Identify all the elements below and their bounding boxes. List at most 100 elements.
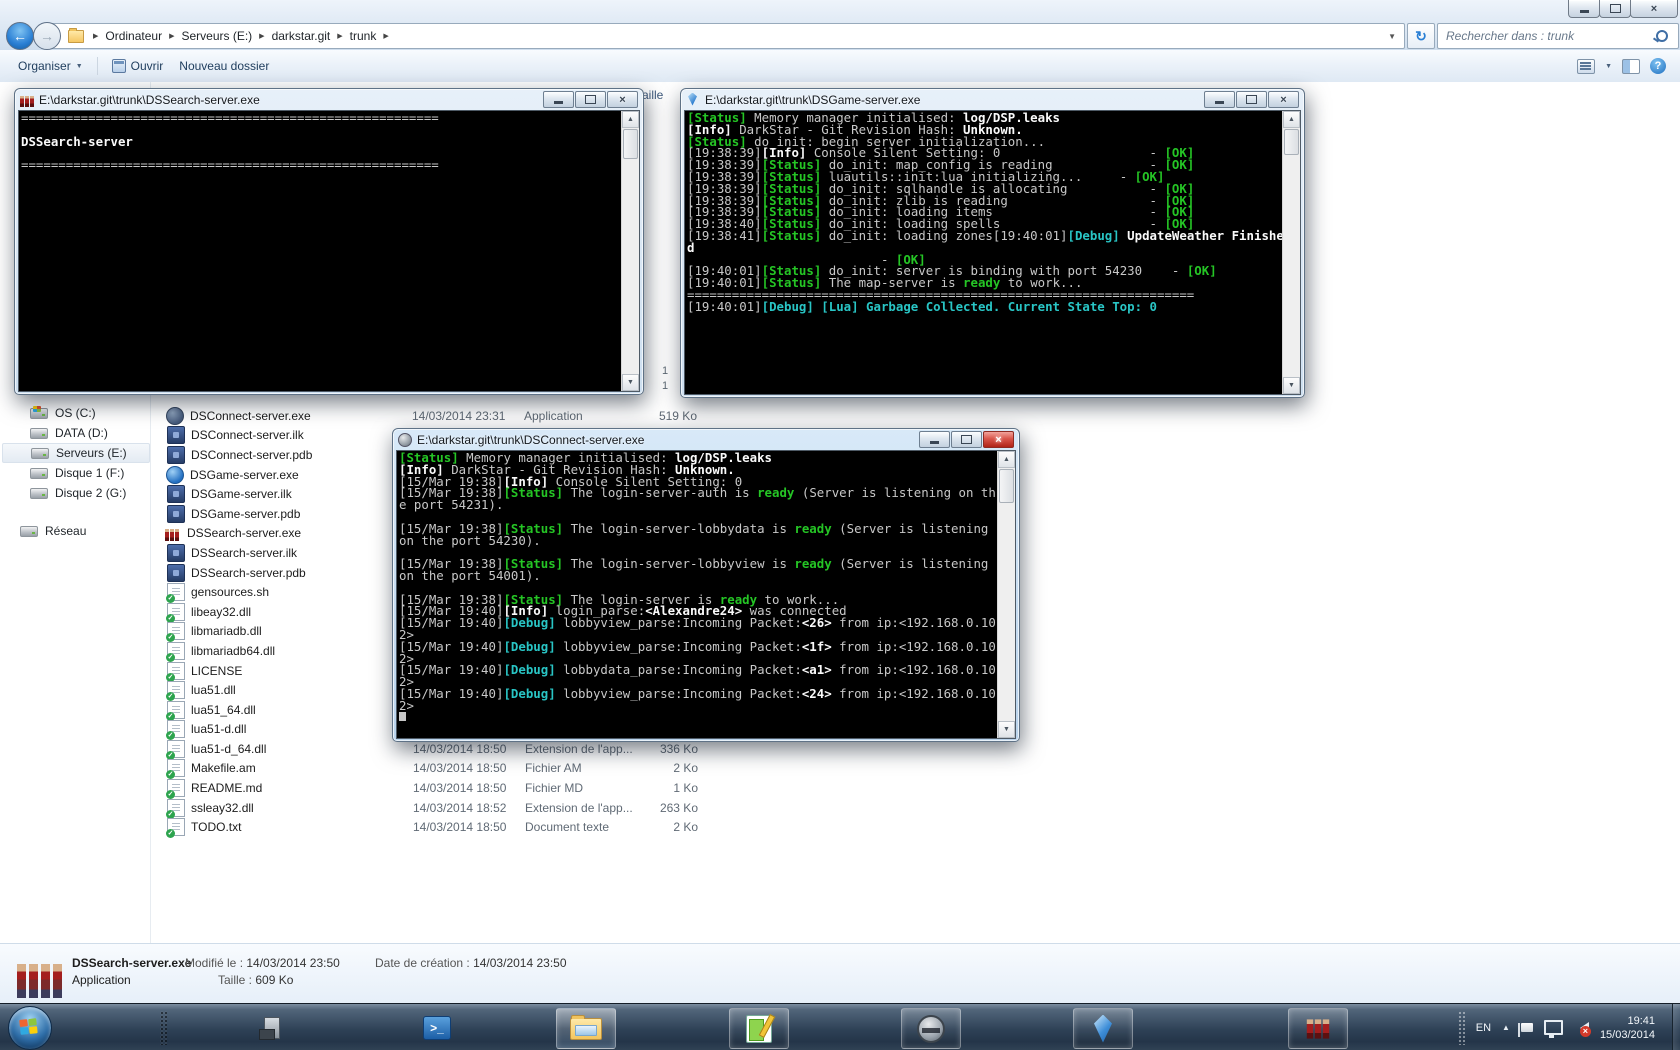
console-titlebar[interactable]: E:\darkstar.git\trunk\DSSearch-server.ex… xyxy=(18,89,640,110)
taskbar-button-notepadpp[interactable] xyxy=(729,1008,789,1049)
scroll-up-icon[interactable]: ▲ xyxy=(998,451,1015,468)
views-icon[interactable] xyxy=(1577,59,1595,74)
close-button[interactable]: × xyxy=(1268,91,1299,108)
sidebar-item-serveurs-e-[interactable]: Serveurs (E:) xyxy=(2,443,150,463)
minimize-button[interactable] xyxy=(1568,0,1600,18)
preview-pane-icon[interactable] xyxy=(1622,59,1640,74)
views-dropdown-icon[interactable]: ▼ xyxy=(1605,63,1612,70)
close-button[interactable]: × xyxy=(607,91,638,108)
powershell-pinned-icon[interactable]: >_ xyxy=(420,1012,454,1044)
minimize-button[interactable] xyxy=(543,91,574,108)
doc-file-icon xyxy=(167,720,185,738)
file-row-ssleay32-dll[interactable]: ssleay32.dll14/03/2014 18:52Extension de… xyxy=(152,798,852,818)
ouvrir-button[interactable]: Ouvrir xyxy=(104,55,172,77)
minimize-button[interactable] xyxy=(919,431,950,448)
scrollbar-thumb[interactable] xyxy=(1284,129,1299,155)
console-titlebar[interactable]: E:\darkstar.git\trunk\DSConnect-server.e… xyxy=(396,429,1016,450)
show-desktop-button[interactable] xyxy=(1672,1004,1680,1050)
scrollbar-thumb[interactable] xyxy=(999,469,1014,503)
drive-icon xyxy=(30,488,48,499)
maximize-button[interactable] xyxy=(1236,91,1267,108)
scroll-down-icon[interactable]: ▼ xyxy=(998,721,1015,738)
sidebar-item-reseau[interactable]: Réseau xyxy=(2,521,148,541)
help-icon[interactable]: ? xyxy=(1650,58,1666,74)
breadcrumb-item[interactable]: Serveurs (E:) xyxy=(177,29,256,43)
maximize-button[interactable] xyxy=(575,91,606,108)
breadcrumb-item[interactable]: trunk xyxy=(346,29,381,43)
doc-file-icon xyxy=(167,799,185,817)
taskbar-button-explorer[interactable] xyxy=(556,1008,616,1049)
search-input[interactable] xyxy=(1438,29,1656,43)
file-row-readme-md[interactable]: README.md14/03/2014 18:50Fichier MD1 Ko xyxy=(152,778,852,798)
maximize-icon xyxy=(1610,4,1621,13)
file-row-lua51-d-64-dll[interactable]: lua51-d_64.dll14/03/2014 18:50Extension … xyxy=(152,739,852,759)
drive-icon xyxy=(31,448,49,459)
clock[interactable]: 19:41 15/03/2014 xyxy=(1600,1014,1655,1042)
sidebar-item-data-d-[interactable]: DATA (D:) xyxy=(2,423,148,443)
hidden-icons-arrow[interactable]: ▲ xyxy=(1502,1023,1510,1032)
search-icon[interactable] xyxy=(1656,30,1668,42)
refresh-button[interactable]: ↻ xyxy=(1407,23,1435,49)
size-label: Taille : xyxy=(218,973,252,987)
file-row-dsconnect-server-exe[interactable]: DSConnect-server.exe14/03/2014 23:31Appl… xyxy=(152,406,852,426)
close-button[interactable]: × xyxy=(983,431,1014,448)
windows-logo-icon xyxy=(19,1018,39,1036)
dsconnect-app-icon xyxy=(398,433,412,447)
network-tray-icon[interactable] xyxy=(1544,1020,1563,1035)
taskbar-button-dssearch[interactable] xyxy=(1288,1008,1348,1049)
minimize-button[interactable] xyxy=(1204,91,1235,108)
organiser-button[interactable]: Organiser ▼ xyxy=(10,55,91,77)
taskbar-button-dsconnect[interactable] xyxy=(901,1008,961,1049)
scroll-down-icon[interactable]: ▼ xyxy=(1283,377,1300,394)
back-button[interactable]: ← xyxy=(6,22,34,50)
scrollbar-thumb[interactable] xyxy=(623,129,638,159)
scroll-down-icon[interactable]: ▼ xyxy=(622,374,639,391)
maximize-button[interactable] xyxy=(951,431,982,448)
doc-file-icon xyxy=(167,603,185,621)
volume-muted-icon[interactable] xyxy=(1574,1022,1589,1034)
scroll-up-icon[interactable]: ▲ xyxy=(622,111,639,128)
breadcrumb-item[interactable]: Ordinateur xyxy=(101,29,166,43)
console-window-controls: × xyxy=(919,431,1014,448)
file-row-todo-txt[interactable]: TODO.txt14/03/2014 18:50Document texte2 … xyxy=(152,817,852,837)
toolbar-grip[interactable] xyxy=(160,1011,167,1045)
close-button[interactable]: × xyxy=(1630,0,1678,18)
chevron-right-icon[interactable]: ▶ xyxy=(380,32,391,40)
chevron-right-icon[interactable]: ▶ xyxy=(256,32,267,40)
maximize-icon xyxy=(1246,95,1257,104)
taskbar-button-dsgame[interactable] xyxy=(1073,1008,1133,1049)
folder-icon xyxy=(68,30,84,43)
details-file-name: DSSearch-server.exe xyxy=(72,956,191,970)
scrollbar[interactable]: ▲ ▼ xyxy=(1282,111,1300,394)
sidebar-item-disque-1-f-[interactable]: Disque 1 (F:) xyxy=(2,463,148,483)
scrollbar[interactable]: ▲ ▼ xyxy=(621,111,639,391)
new-folder-button[interactable]: Nouveau dossier xyxy=(171,55,277,77)
forward-button[interactable]: → xyxy=(33,22,61,50)
system-tools-pinned-icon[interactable] xyxy=(255,1012,289,1044)
toolbar-separator xyxy=(97,57,98,75)
address-bar[interactable]: ▶ Ordinateur▶Serveurs (E:)▶darkstar.git▶… xyxy=(45,23,1405,49)
language-indicator[interactable]: EN xyxy=(1476,1022,1491,1034)
action-center-flag-icon[interactable] xyxy=(1521,1023,1533,1032)
file-row-makefile-am[interactable]: Makefile.am14/03/2014 18:50Fichier AM2 K… xyxy=(152,759,852,779)
sidebar-item-os-c-[interactable]: OS (C:) xyxy=(2,403,148,423)
start-button[interactable] xyxy=(8,1006,52,1050)
chevron-right-icon[interactable]: ▶ xyxy=(334,32,345,40)
scrollbar[interactable]: ▲ ▼ xyxy=(997,451,1015,738)
sidebar-item-label: Serveurs (E:) xyxy=(56,446,127,460)
file-name: DSConnect-server.ilk xyxy=(191,428,413,442)
bin-file-icon xyxy=(167,426,185,444)
file-size: 2 Ko xyxy=(645,820,698,834)
maximize-button[interactable] xyxy=(1599,0,1631,18)
bin-file-icon xyxy=(167,485,185,503)
doc-file-icon xyxy=(167,583,185,601)
details-created: Date de création : 14/03/2014 23:50 xyxy=(375,956,567,970)
drive-icon xyxy=(30,428,48,439)
console-titlebar[interactable]: E:\darkstar.git\trunk\DSGame-server.exe … xyxy=(684,89,1301,110)
breadcrumb-item[interactable]: darkstar.git xyxy=(268,29,335,43)
sidebar-item-disque-2-g-[interactable]: Disque 2 (G:) xyxy=(2,483,148,503)
scroll-up-icon[interactable]: ▲ xyxy=(1283,111,1300,128)
tray-grip[interactable] xyxy=(1458,1011,1465,1045)
chevron-right-icon[interactable]: ▶ xyxy=(166,32,177,40)
address-dropdown-icon[interactable]: ▼ xyxy=(1380,32,1404,41)
